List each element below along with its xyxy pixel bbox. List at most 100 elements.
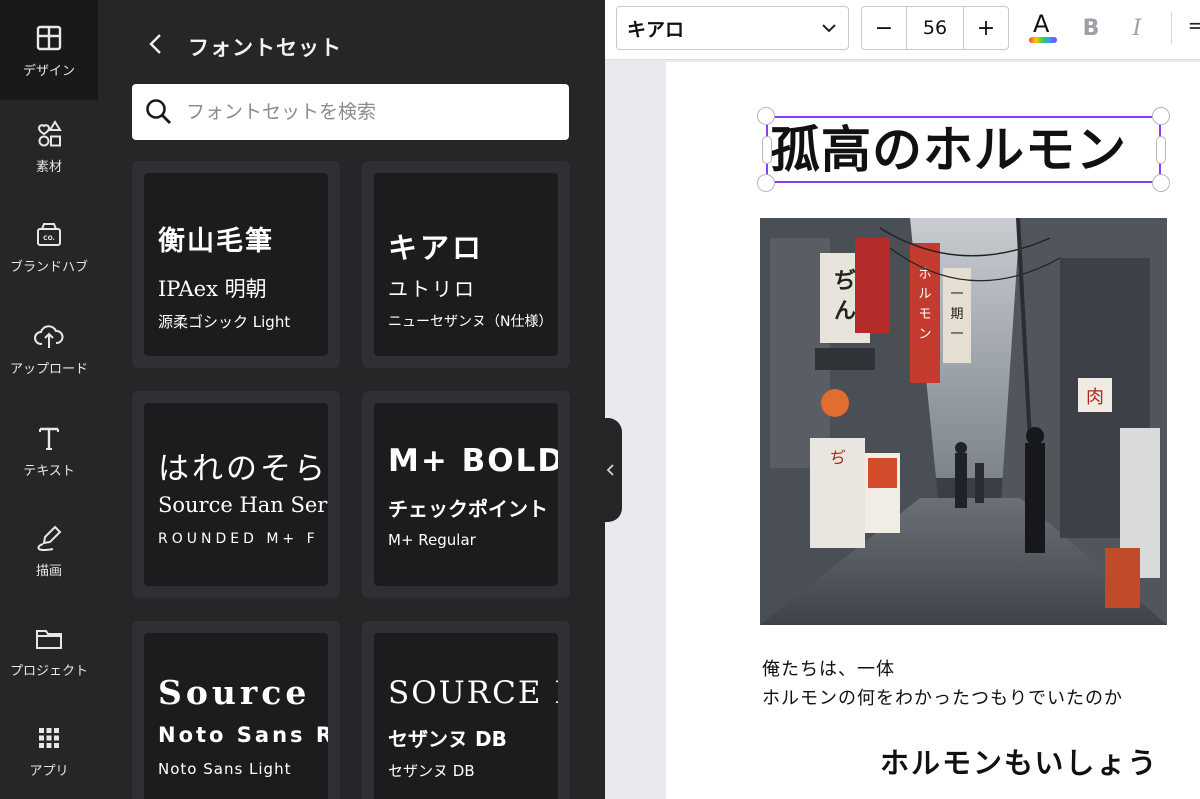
card-preview: M+ BOLD チェックポイント M+ Regular — [374, 403, 558, 586]
font-set-card[interactable]: キアロ ユトリロ ニューセザンヌ（N仕様） — [362, 161, 570, 368]
card-subheading-sample: Source Han Serif — [158, 493, 328, 517]
panel-header: フォントセット — [98, 20, 605, 68]
align-icon — [1189, 22, 1200, 29]
brand-icon: CO. — [37, 222, 61, 246]
card-heading-sample: SOURCE I — [388, 675, 558, 711]
left-rail: デザイン 素材 CO. ブランドハブ アップロード テキスト 描画 プロジェクト… — [0, 0, 98, 799]
rail-item-elements[interactable]: 素材 — [0, 96, 98, 196]
collapse-panel-handle[interactable] — [600, 418, 622, 522]
draw-icon — [37, 525, 62, 551]
text-icon — [39, 427, 59, 450]
font-size-input[interactable]: 56 — [906, 7, 964, 49]
svg-text:ン: ン — [918, 327, 931, 342]
alley-photo-image: ぢ ん ホ ル モ ン 一 期 一 ぢ 肉 — [760, 218, 1167, 625]
rail-label: デザイン — [22, 63, 75, 79]
svg-text:ぢ: ぢ — [830, 448, 846, 467]
card-preview: SOURCE I セザンヌ DB セザンヌ DB — [374, 633, 558, 799]
card-preview: キアロ ユトリロ ニューセザンヌ（N仕様） — [374, 173, 558, 356]
card-body-sample: ニューセザンヌ（N仕様） — [388, 314, 553, 330]
card-subheading-sample: セザンヌ DB — [388, 727, 507, 751]
card-subheading-sample: IPAex 明朝 — [158, 277, 267, 301]
rail-label: テキスト — [23, 463, 75, 479]
footer-text-element[interactable]: ホルモンもいしょう — [880, 740, 1158, 782]
font-set-card[interactable]: 衡山毛筆 IPAex 明朝 源柔ゴシック Light — [132, 161, 340, 368]
rail-item-text[interactable]: テキスト — [0, 400, 98, 500]
svg-text:期: 期 — [950, 307, 963, 322]
text-color-letter: A — [1033, 10, 1050, 38]
folder-icon — [36, 629, 62, 649]
resize-handle-left[interactable] — [762, 136, 772, 164]
resize-handle-right[interactable] — [1156, 136, 1166, 164]
search-input[interactable] — [186, 101, 546, 123]
chevron-down-icon — [822, 24, 836, 33]
svg-text:ぢ: ぢ — [834, 268, 856, 294]
card-preview: はれのそら Source Han Serif ROUNDED M+ F — [144, 403, 328, 586]
rail-item-upload[interactable]: アップロード — [0, 298, 98, 398]
card-body-sample: 源柔ゴシック Light — [158, 313, 291, 331]
font-family-value: キアロ — [627, 18, 685, 41]
body-text-element[interactable]: 俺たちは、一体 ホルモンの何をわかったつもりでいたのか — [762, 655, 1123, 713]
svg-text:ル: ル — [918, 287, 931, 302]
selection-box — [766, 116, 1161, 183]
toolbar-divider — [1171, 12, 1172, 44]
resize-handle-top-right[interactable] — [1152, 107, 1170, 125]
card-preview: 衡山毛筆 IPAex 明朝 源柔ゴシック Light — [144, 173, 328, 356]
rail-label: アップロード — [9, 361, 88, 377]
card-body-sample: Noto Sans Light — [158, 760, 292, 778]
rail-item-draw[interactable]: 描画 — [0, 500, 98, 600]
font-set-card[interactable]: はれのそら Source Han Serif ROUNDED M+ F — [132, 391, 340, 598]
rail-label: プロジェクト — [9, 663, 88, 679]
more-toolbar-button[interactable] — [1183, 10, 1200, 46]
rail-label: 素材 — [35, 159, 62, 175]
apps-icon — [39, 727, 59, 748]
italic-button[interactable]: I — [1119, 10, 1155, 46]
back-button[interactable] — [142, 30, 170, 58]
resize-handle-bottom-left[interactable] — [757, 174, 775, 192]
rail-item-apps[interactable]: アプリ — [0, 700, 98, 799]
upload-icon — [34, 324, 64, 348]
search-icon — [146, 99, 171, 124]
increase-font-size-button[interactable]: + — [964, 7, 1008, 49]
font-set-card[interactable]: Source Noto Sans R Noto Sans Light — [132, 621, 340, 799]
font-set-panel: フォントセット 衡山毛筆 IPAex 明朝 源柔ゴシック Light キアロ ユ… — [98, 0, 605, 799]
font-size-stepper: − 56 + — [861, 6, 1009, 50]
card-heading-sample: M+ BOLD — [388, 443, 558, 479]
search-box[interactable] — [132, 84, 569, 140]
svg-text:肉: 肉 — [1086, 387, 1104, 408]
card-body-sample: セザンヌ DB — [388, 762, 475, 780]
editor-toolbar: キアロ − 56 + A B I — [605, 0, 1200, 60]
rail-label: アプリ — [29, 763, 69, 779]
svg-text:モ: モ — [918, 307, 931, 322]
shapes-icon — [37, 119, 62, 146]
bold-button[interactable]: B — [1073, 10, 1109, 46]
decrease-font-size-button[interactable]: − — [862, 7, 906, 49]
resize-handle-top-left[interactable] — [757, 107, 775, 125]
alley-photo[interactable]: ぢ ん ホ ル モ ン 一 期 一 ぢ 肉 — [760, 218, 1167, 625]
svg-text:一: 一 — [950, 327, 963, 342]
card-body-sample: ROUNDED M+ F — [158, 531, 319, 547]
panel-title: フォントセット — [188, 36, 342, 60]
rail-item-design[interactable]: デザイン — [0, 0, 98, 100]
font-family-dropdown[interactable]: キアロ — [616, 6, 849, 50]
rail-label: 描画 — [35, 563, 62, 579]
card-heading-sample: キアロ — [388, 231, 485, 265]
card-heading-sample: はれのそら — [158, 451, 328, 487]
card-preview: Source Noto Sans R Noto Sans Light — [144, 633, 328, 799]
font-set-card[interactable]: M+ BOLD チェックポイント M+ Regular — [362, 391, 570, 598]
chevron-left-icon — [149, 34, 161, 54]
card-heading-sample: Source — [158, 673, 311, 712]
font-set-card[interactable]: SOURCE I セザンヌ DB セザンヌ DB — [362, 621, 570, 799]
card-subheading-sample: Noto Sans R — [158, 723, 328, 747]
card-subheading-sample: チェックポイント — [388, 497, 548, 521]
resize-handle-bottom-right[interactable] — [1152, 174, 1170, 192]
rail-item-brand-hub[interactable]: CO. ブランドハブ — [0, 196, 98, 296]
chevron-left-icon — [606, 464, 614, 476]
svg-text:ん: ん — [834, 298, 856, 324]
card-subheading-sample: ユトリロ — [388, 277, 476, 301]
rail-item-projects[interactable]: プロジェクト — [0, 600, 98, 700]
rail-label: ブランドハブ — [9, 259, 88, 275]
body-line-1: 俺たちは、一体 — [762, 659, 895, 680]
card-heading-sample: 衡山毛筆 — [158, 226, 274, 257]
text-color-button[interactable]: A — [1025, 10, 1061, 46]
layout-icon — [36, 25, 62, 50]
